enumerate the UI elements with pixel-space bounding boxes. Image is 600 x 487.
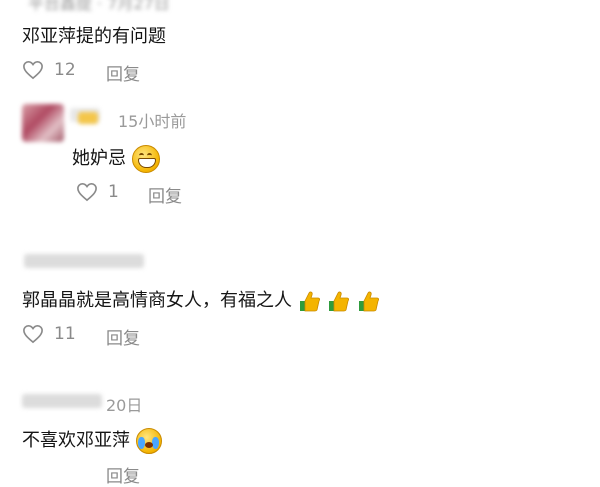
thumbs-up-emoji <box>329 291 350 312</box>
comment-text-3: 郭晶晶就是高情商女人，有福之人 <box>22 286 381 313</box>
like-count-1: 12 <box>54 60 76 80</box>
like-count-2: 1 <box>108 182 119 202</box>
crying-laughing-emoji <box>135 428 162 454</box>
like-button-1[interactable]: 12 <box>22 60 76 80</box>
reply-label-4: 回复 <box>106 467 140 487</box>
comment-text-2: 她妒忌 <box>72 144 160 173</box>
reply-button-3[interactable]: 回复 <box>106 324 140 349</box>
heart-outline-icon <box>23 324 43 344</box>
reply-label-1: 回复 <box>106 65 140 85</box>
comment-text-2-body: 她妒忌 <box>72 148 126 169</box>
comment-text-1: 邓亚萍提的有问题 <box>22 26 166 47</box>
like-button-2[interactable]: 1 <box>76 182 119 202</box>
comment-text-4: 不喜欢邓亚萍 <box>22 426 162 454</box>
username-2-badge <box>78 112 98 124</box>
comment-date-4: 20日 <box>106 396 143 415</box>
reply-label-2: 回复 <box>148 187 182 207</box>
heart-outline-icon <box>77 182 97 202</box>
heart-outline-icon <box>23 60 43 80</box>
reply-button-1[interactable]: 回复 <box>106 60 140 85</box>
top-meta-cut: 平台鑫提 · 7月27日 <box>28 0 170 13</box>
reply-button-4[interactable]: 回复 <box>106 462 140 487</box>
comment-time-2: 15小时前 <box>118 112 187 131</box>
like-button-3[interactable]: 11 <box>22 324 76 344</box>
avatar-2 <box>22 104 64 142</box>
username-3 <box>24 254 144 268</box>
thumbs-up-emoji <box>359 291 380 312</box>
comment-text-4-body: 不喜欢邓亚萍 <box>22 430 130 451</box>
like-count-3: 11 <box>54 324 76 344</box>
reply-label-3: 回复 <box>106 329 140 349</box>
thumbs-up-emoji <box>299 291 320 312</box>
grinning-face-emoji <box>131 145 160 173</box>
reply-button-2[interactable]: 回复 <box>148 182 182 207</box>
comment-text-3-body: 郭晶晶就是高情商女人，有福之人 <box>22 290 292 311</box>
username-4 <box>22 394 102 408</box>
